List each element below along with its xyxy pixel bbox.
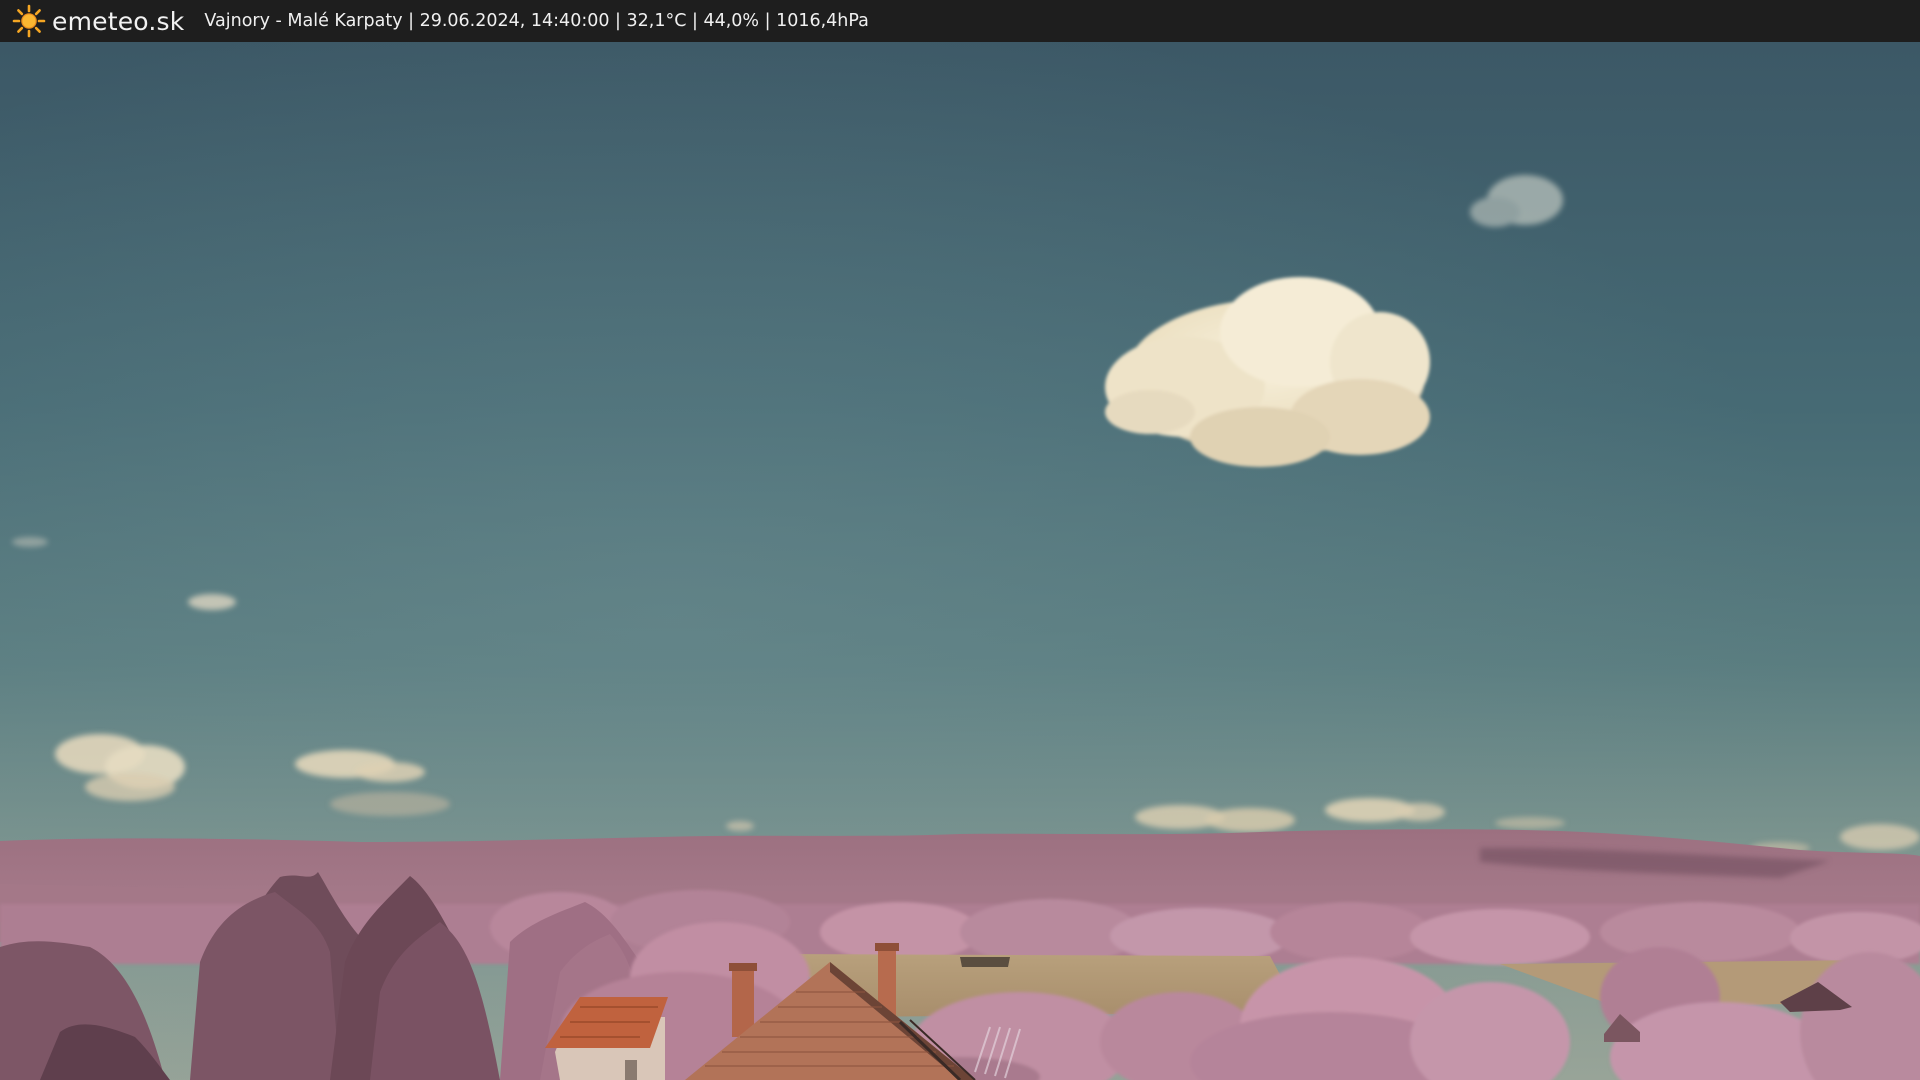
webcam-caption: Vajnory - Malé Karpaty | 29.06.2024, 14:… — [204, 11, 869, 31]
sun-icon — [12, 4, 46, 38]
landscape-photo — [0, 42, 1920, 1080]
logo[interactable]: emeteo.sk — [12, 4, 184, 38]
brand-name: emeteo.sk — [52, 6, 185, 36]
webcam-image — [0, 42, 1920, 1080]
top-bar: emeteo.sk Vajnory - Malé Karpaty | 29.06… — [0, 0, 1920, 42]
